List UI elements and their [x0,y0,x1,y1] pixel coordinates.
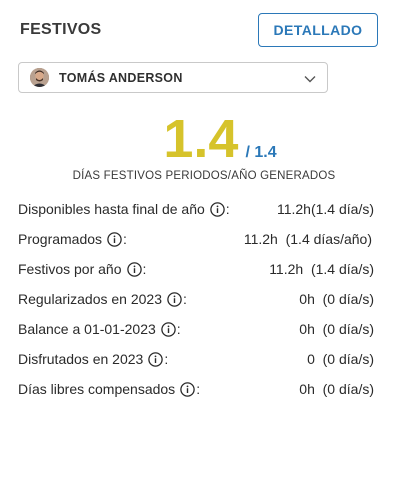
info-circle-icon[interactable] [180,381,195,397]
stat-colon: : [123,231,127,247]
stat-value: 11.2h(1.4 día/s) [276,201,374,217]
stat-row-balance: Balance a 01-01-2023 : 0h (0 día/s) [18,314,374,344]
stat-row-festivos-por-ano: Festivos por año : 11.2h (1.4 día/s) [18,254,374,284]
stat-value: 0h (0 día/s) [299,381,374,397]
stat-value: 0h (0 día/s) [299,321,374,337]
avatar [30,68,49,87]
festivos-card: FESTIVOS DETALLADO TOMÁS ANDERSON 1.4 / … [0,0,400,492]
stat-label: Disponibles hasta final de año [18,201,205,217]
info-circle-icon[interactable] [126,261,142,277]
stat-label: Festivos por año [18,261,122,277]
info-circle-icon[interactable] [161,321,176,337]
stat-colon: : [164,351,169,367]
detallado-button[interactable]: DETALLADO [258,13,378,47]
info-circle-icon[interactable] [148,351,164,367]
stat-row-regularizados: Regularizados en 2023 : 0h (0 día/s) [18,284,374,314]
user-name: TOMÁS ANDERSON [59,70,183,85]
stat-row-disfrutados: Disfrutados en 2023 : 0 (0 día/s) [18,344,374,374]
stat-value: 11.2h (1.4 día/s) [269,261,374,277]
summary-figure: 1.4 / 1.4 [0,112,400,166]
stat-row-disponibles: Disponibles hasta final de año : 11.2h(1… [18,194,374,224]
info-circle-icon[interactable] [210,201,225,217]
info-circle-icon[interactable] [107,231,122,247]
stat-colon: : [142,261,147,277]
stat-colon: : [183,291,187,307]
stat-label: Días libres compensados [18,381,176,397]
chevron-down-icon [303,72,317,84]
stat-label: Regularizados en 2023 [18,291,162,307]
stat-row-dias-libres: Días libres compensados : 0h (0 día/s) [18,374,374,404]
generated-days-total: / 1.4 [245,144,277,161]
stat-label: Disfrutados en 2023 [18,351,144,367]
stat-label: Programados [18,231,103,247]
generated-days-value: 1.4 [163,109,239,169]
stat-row-programados: Programados : 11.2h (1.4 días/año) [18,224,374,254]
stat-colon: : [196,381,201,397]
stat-colon: : [176,321,181,337]
stat-value: 11.2h (1.4 días/año) [243,231,372,247]
user-select[interactable]: TOMÁS ANDERSON [18,62,328,93]
summary-caption: DÍAS FESTIVOS PERIODOS/AÑO GENERADOS [72,170,336,182]
stats-list: Disponibles hasta final de año : 11.2h(1… [18,194,374,404]
info-circle-icon[interactable] [167,291,182,307]
stat-value: 0 (0 día/s) [307,351,374,367]
stat-colon: : [225,201,230,217]
stat-value: 0h (0 día/s) [299,291,374,307]
card-title: FESTIVOS [20,21,102,38]
card-header: FESTIVOS DETALLADO [20,13,378,47]
stat-label: Balance a 01-01-2023 [18,321,156,337]
